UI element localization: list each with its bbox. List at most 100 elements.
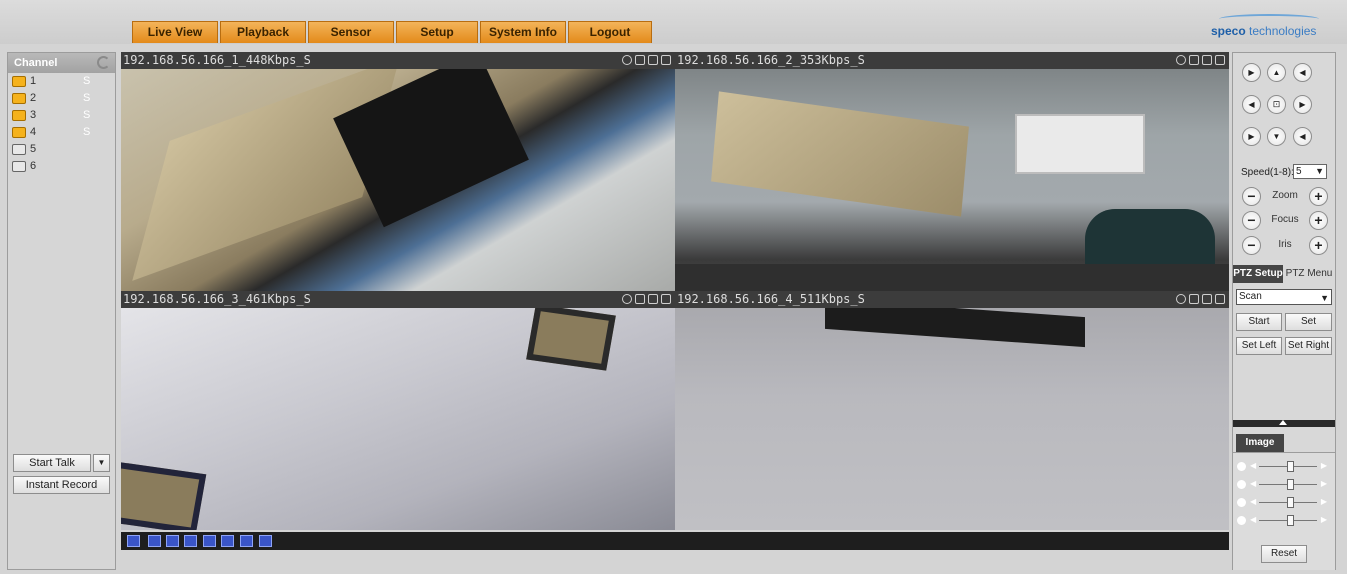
- channel-number: 6: [30, 160, 37, 172]
- slider-thumb[interactable]: [1287, 515, 1294, 526]
- layout-six-icon[interactable]: [240, 535, 253, 547]
- video-pane-3[interactable]: 192.168.56.166_3_461Kbps_S: [121, 291, 675, 530]
- slider-thumb[interactable]: [1287, 479, 1294, 490]
- video-desk: [675, 264, 1229, 291]
- zoom-icon[interactable]: [1176, 294, 1186, 304]
- set-right-button[interactable]: Set Right: [1285, 337, 1332, 355]
- tab-image[interactable]: Image: [1236, 434, 1284, 452]
- scan-set-button[interactable]: Set: [1285, 313, 1332, 331]
- slider-right-arrow[interactable]: ▶: [1321, 515, 1327, 524]
- iris-plus-button[interactable]: +: [1309, 236, 1328, 255]
- slider-right-arrow[interactable]: ▶: [1321, 497, 1327, 506]
- audio-icon[interactable]: [661, 294, 671, 304]
- video-pane-1[interactable]: 192.168.56.166_1_448Kbps_S: [121, 52, 675, 291]
- instant-record-button[interactable]: Instant Record: [13, 476, 110, 494]
- video-pane-2[interactable]: 192.168.56.166_2_353Kbps_S: [675, 52, 1229, 291]
- snapshot-icon[interactable]: [635, 294, 645, 304]
- iris-minus-button[interactable]: −: [1242, 236, 1261, 255]
- reset-button[interactable]: Reset: [1261, 545, 1307, 563]
- zoom-in-button[interactable]: +: [1309, 187, 1328, 206]
- chevron-down-icon: ▼: [1315, 166, 1324, 176]
- video-whiteboard: [1015, 114, 1145, 174]
- tab-ptz-setup[interactable]: PTZ Setup: [1233, 265, 1283, 283]
- zoom-icon[interactable]: [1176, 55, 1186, 65]
- zoom-icon[interactable]: [622, 55, 632, 65]
- fullscreen-icon[interactable]: [166, 535, 179, 547]
- layout-1x1-icon[interactable]: [127, 535, 140, 547]
- tab-playback[interactable]: Playback: [220, 21, 306, 43]
- channel-item[interactable]: 4S: [8, 124, 115, 141]
- layout-single-icon[interactable]: [184, 535, 197, 547]
- slider-thumb[interactable]: [1287, 497, 1294, 508]
- slider-right-arrow[interactable]: ▶: [1321, 461, 1327, 470]
- top-navigation: Live View Playback Sensor Setup System I…: [0, 0, 1347, 44]
- audio-icon[interactable]: [661, 55, 671, 65]
- channel-item[interactable]: 3S: [8, 107, 115, 124]
- ptz-up-right-button[interactable]: ◀: [1293, 63, 1312, 82]
- speed-select[interactable]: 5 ▼: [1293, 164, 1327, 179]
- tab-logout[interactable]: Logout: [568, 21, 652, 43]
- record-icon[interactable]: [648, 294, 658, 304]
- channel-number: 1: [30, 75, 37, 87]
- slider-left-arrow[interactable]: ◀: [1250, 479, 1256, 488]
- refresh-icon[interactable]: [97, 56, 110, 69]
- speed-value: 5: [1296, 166, 1302, 177]
- ptz-down-left-button[interactable]: ▶: [1242, 127, 1261, 146]
- contrast-icon: [1237, 480, 1246, 489]
- tab-setup[interactable]: Setup: [396, 21, 478, 43]
- collapse-toggle[interactable]: [1233, 420, 1335, 427]
- channel-stream-status: S: [83, 109, 91, 121]
- record-icon[interactable]: [648, 55, 658, 65]
- contrast-slider[interactable]: ◀ ▶: [1237, 479, 1331, 491]
- ptz-left-button[interactable]: ◀: [1242, 95, 1261, 114]
- scan-start-button[interactable]: Start: [1236, 313, 1282, 331]
- focus-plus-button[interactable]: +: [1309, 211, 1328, 230]
- audio-icon[interactable]: [1215, 55, 1225, 65]
- zoom-icon[interactable]: [622, 294, 632, 304]
- saturation-icon: [1237, 498, 1246, 507]
- layout-grid-icon[interactable]: [148, 535, 161, 547]
- slider-left-arrow[interactable]: ◀: [1250, 497, 1256, 506]
- tab-ptz-menu[interactable]: PTZ Menu: [1283, 265, 1335, 283]
- channel-item[interactable]: 2S: [8, 90, 115, 107]
- saturation-slider[interactable]: ◀ ▶: [1237, 497, 1331, 509]
- ptz-down-button[interactable]: ▼: [1267, 127, 1286, 146]
- channel-list: 1S2S3S4S56: [8, 73, 115, 175]
- ptz-function-select[interactable]: Scan ▼: [1236, 289, 1332, 305]
- snapshot-icon[interactable]: [1189, 294, 1199, 304]
- snapshot-icon[interactable]: [635, 55, 645, 65]
- video-pane-4[interactable]: 192.168.56.166_4_511Kbps_S: [675, 291, 1229, 530]
- ptz-3d-zoom-button[interactable]: ⊡: [1267, 95, 1286, 114]
- tab-system-info[interactable]: System Info: [480, 21, 566, 43]
- layout-quad-icon[interactable]: [221, 535, 234, 547]
- zoom-out-button[interactable]: −: [1242, 187, 1261, 206]
- brightness-slider[interactable]: ◀ ▶: [1237, 461, 1331, 473]
- slider-left-arrow[interactable]: ◀: [1250, 515, 1256, 524]
- set-left-button[interactable]: Set Left: [1236, 337, 1282, 355]
- ptz-up-button[interactable]: ▲: [1267, 63, 1286, 82]
- hue-slider[interactable]: ◀ ▶: [1237, 515, 1331, 527]
- audio-icon[interactable]: [1215, 294, 1225, 304]
- snapshot-icon[interactable]: [1189, 55, 1199, 65]
- ptz-up-left-button[interactable]: ▶: [1242, 63, 1261, 82]
- slider-thumb[interactable]: [1287, 461, 1294, 472]
- tab-live-view[interactable]: Live View: [132, 21, 218, 43]
- slider-right-arrow[interactable]: ▶: [1321, 479, 1327, 488]
- record-icon[interactable]: [1202, 294, 1212, 304]
- channel-header-label: Channel: [14, 57, 58, 69]
- ptz-down-right-button[interactable]: ◀: [1293, 127, 1312, 146]
- channel-stream-status: S: [83, 126, 91, 138]
- channel-item[interactable]: 5: [8, 141, 115, 158]
- layout-window-icon[interactable]: [203, 535, 216, 547]
- video-picture-frame: [526, 304, 616, 371]
- record-icon[interactable]: [1202, 55, 1212, 65]
- layout-nine-icon[interactable]: [259, 535, 272, 547]
- focus-minus-button[interactable]: −: [1242, 211, 1261, 230]
- channel-item[interactable]: 6: [8, 158, 115, 175]
- ptz-right-button[interactable]: ▶: [1293, 95, 1312, 114]
- channel-item[interactable]: 1S: [8, 73, 115, 90]
- slider-left-arrow[interactable]: ◀: [1250, 461, 1256, 470]
- start-talk-button[interactable]: Start Talk: [13, 454, 91, 472]
- tab-sensor[interactable]: Sensor: [308, 21, 394, 43]
- talk-dropdown-button[interactable]: ▼: [93, 454, 110, 472]
